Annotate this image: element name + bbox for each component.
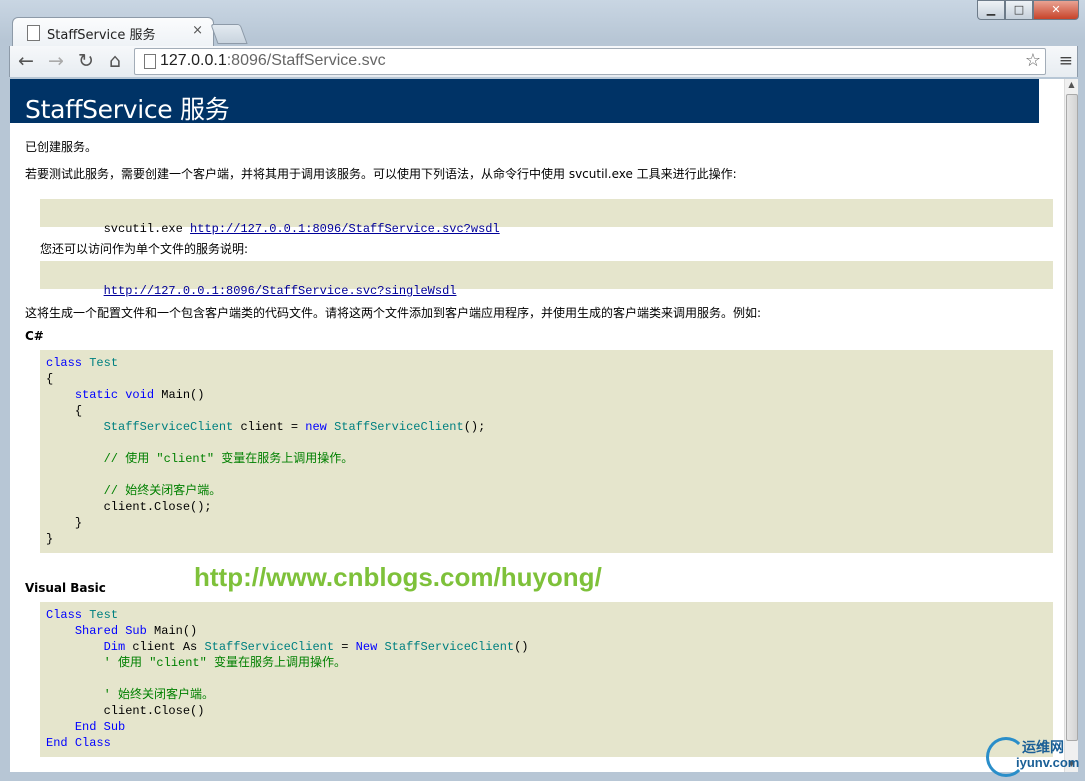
tab-close-icon[interactable]: × bbox=[192, 23, 203, 38]
address-bar[interactable]: 127.0.0.1:8096/StaffService.svc ☆ bbox=[134, 48, 1046, 75]
vb-code: Class Test Shared Sub Main() Dim client … bbox=[46, 608, 529, 750]
wsdl-link[interactable]: http://127.0.0.1:8096/StaffService.svc?w… bbox=[190, 222, 500, 236]
tab-title: StaffService 服务 bbox=[47, 28, 156, 43]
page-heading-bar: StaffService 服务 bbox=[10, 79, 1039, 124]
bookmark-star-icon[interactable]: ☆ bbox=[1025, 50, 1041, 71]
svcutil-command: svcutil.exe bbox=[103, 222, 183, 236]
reload-icon[interactable]: ↻ bbox=[74, 50, 98, 72]
generate-text: 这将生成一个配置文件和一个包含客户端类的代码文件。请将这两个文件添加到客户端应用… bbox=[25, 306, 762, 320]
window-controls: ▁ □ ✕ bbox=[977, 0, 1079, 20]
logo-en-text: iyunv.com bbox=[1016, 755, 1080, 770]
close-window-button[interactable]: ✕ bbox=[1033, 0, 1079, 20]
csharp-label: C# bbox=[25, 329, 44, 343]
service-created-text: 已创建服务。 bbox=[25, 140, 98, 154]
browser-window: StaffService 服务 × ▁ □ ✕ ← → ↻ ⌂ 127.0.0.… bbox=[0, 0, 1085, 781]
new-tab-button[interactable] bbox=[210, 24, 248, 44]
page-icon bbox=[144, 54, 156, 69]
url-text[interactable]: 127.0.0.1:8096/StaffService.svc bbox=[160, 52, 386, 70]
scrollbar-thumb[interactable] bbox=[1066, 94, 1078, 741]
browser-toolbar: ← → ↻ ⌂ 127.0.0.1:8096/StaffService.svc … bbox=[9, 46, 1078, 77]
maximize-button[interactable]: □ bbox=[1005, 0, 1033, 20]
forward-arrow-icon[interactable]: → bbox=[44, 50, 68, 72]
title-bar: StaffService 服务 × ▁ □ ✕ bbox=[0, 0, 1085, 47]
site-logo: 运维网 iyunv.com bbox=[986, 735, 1080, 777]
minimize-button[interactable]: ▁ bbox=[977, 0, 1005, 20]
page-viewport: StaffService 服务 已创建服务。 若要测试此服务，需要创建一个客户端… bbox=[10, 79, 1064, 772]
menu-icon[interactable]: ≡ bbox=[1059, 51, 1073, 71]
browser-tab[interactable]: StaffService 服务 × bbox=[12, 17, 214, 47]
svcutil-box: svcutil.exe http://127.0.0.1:8096/StaffS… bbox=[40, 199, 1053, 236]
intro-text: 若要测试此服务，需要创建一个客户端，并将其用于调用该服务。可以使用下列语法，从命… bbox=[25, 167, 737, 181]
scroll-up-icon[interactable]: ▲ bbox=[1065, 80, 1078, 92]
csharp-code: class Test { static void Main() { StaffS… bbox=[46, 356, 486, 546]
home-icon[interactable]: ⌂ bbox=[103, 50, 127, 72]
vertical-scrollbar[interactable]: ▲ ▼ bbox=[1064, 79, 1078, 772]
single-wsdl-link[interactable]: http://127.0.0.1:8096/StaffService.svc?s… bbox=[104, 284, 457, 298]
vb-code-box: Class Test Shared Sub Main() Dim client … bbox=[40, 602, 1053, 757]
single-wsdl-box: http://127.0.0.1:8096/StaffService.svc?s… bbox=[40, 261, 1053, 298]
watermark-text: http://www.cnblogs.com/huyong/ bbox=[194, 562, 602, 592]
back-arrow-icon[interactable]: ← bbox=[14, 50, 38, 72]
vb-label: Visual Basic bbox=[25, 581, 106, 595]
csharp-code-box: class Test { static void Main() { StaffS… bbox=[40, 350, 1053, 553]
page-icon bbox=[27, 25, 40, 41]
single-file-text: 您还可以访问作为单个文件的服务说明: bbox=[40, 242, 249, 256]
page-title: StaffService 服务 bbox=[25, 95, 230, 124]
logo-cn-text: 运维网 bbox=[1022, 740, 1064, 756]
